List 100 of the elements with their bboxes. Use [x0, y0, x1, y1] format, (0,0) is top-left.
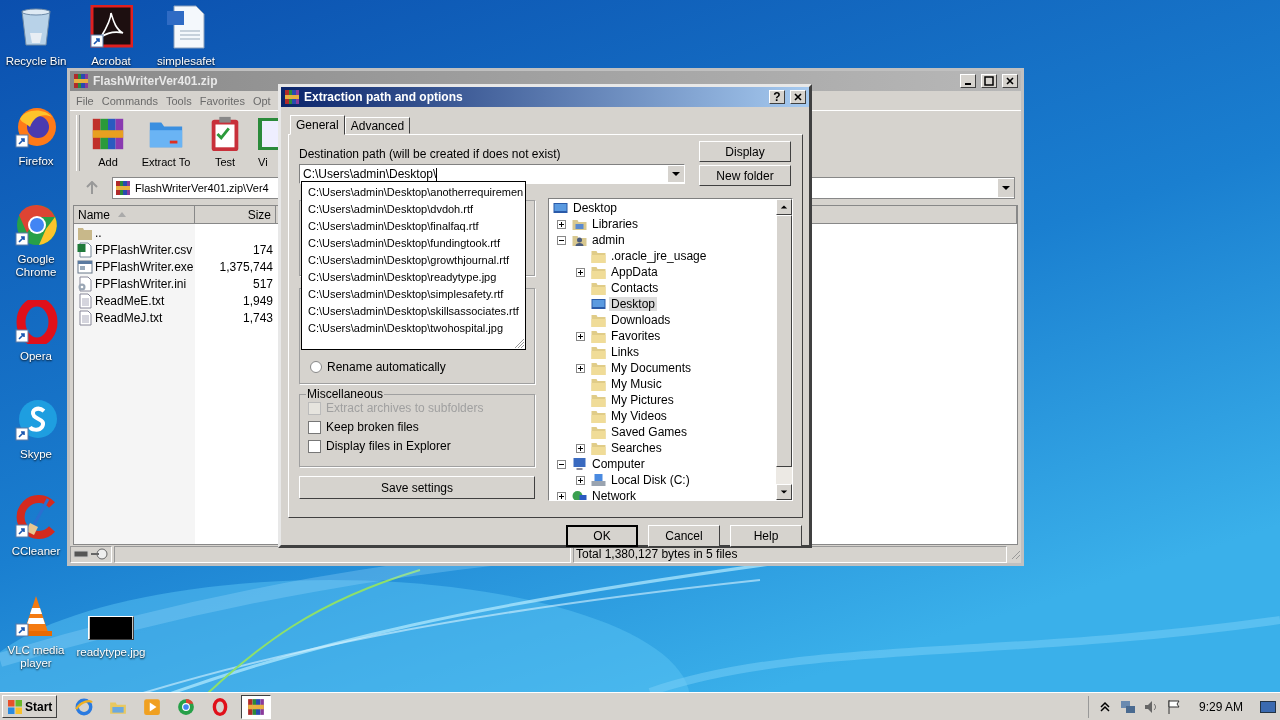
flag-icon[interactable] — [1165, 698, 1182, 715]
suggestion-item[interactable]: C:\Users\admin\Desktop\readytype.jpg — [308, 269, 526, 286]
toolbar-button[interactable]: Test — [198, 111, 252, 175]
save-settings-button[interactable]: Save settings — [299, 476, 535, 499]
checkbox[interactable] — [308, 439, 321, 453]
archive-icon — [284, 89, 300, 105]
tree-item[interactable]: My Music — [609, 377, 664, 391]
dialog-button[interactable]: Display — [699, 141, 791, 162]
taskbar-app[interactable] — [241, 694, 272, 719]
field-label: Destination path (will be created if does not exist) — [299, 147, 562, 161]
suggestion-item[interactable]: C:\Users\admin\Desktop\growthjournal.rtf — [308, 252, 526, 269]
tree-item[interactable]: Local Disk (C:) — [609, 473, 692, 487]
tab[interactable]: General — [290, 115, 345, 135]
file-name[interactable]: ReadMeE.txt — [95, 293, 165, 308]
archive-icon — [247, 697, 266, 716]
maximize-button[interactable] — [981, 74, 997, 88]
play-icon — [143, 697, 162, 716]
menu-item[interactable]: Favorites — [195, 94, 249, 107]
icon-label[interactable]: Skype — [20, 448, 52, 461]
radio-button[interactable] — [310, 361, 322, 373]
collapse-icon[interactable] — [557, 235, 566, 245]
tree-item[interactable]: Downloads — [609, 313, 673, 327]
column-header[interactable]: Size — [195, 206, 276, 224]
folder-icon — [590, 328, 607, 344]
expand-icon[interactable] — [557, 219, 566, 229]
tree-item[interactable]: My Documents — [609, 361, 694, 375]
tree-item[interactable]: My Pictures — [609, 393, 676, 407]
file-name[interactable]: FPFlashWriter.ini — [95, 276, 187, 291]
tree-item[interactable]: Links — [609, 345, 641, 359]
suggestion-item[interactable]: C:\Users\admin\Desktop\dvdoh.rtf — [308, 201, 526, 218]
dialog-button[interactable]: OK — [566, 525, 638, 547]
toolbar-button[interactable]: Add — [82, 111, 134, 175]
scroll-down-icon — [780, 488, 788, 496]
menu-item[interactable]: File — [72, 94, 98, 107]
tree-item[interactable]: .oracle_jre_usage — [609, 249, 709, 263]
maximize-icon — [984, 76, 994, 86]
file-size: 1,949 — [242, 293, 273, 308]
settings-file-icon — [77, 275, 93, 292]
expand-icon[interactable] — [576, 267, 585, 277]
drive-key-icon — [73, 548, 109, 560]
show-desktop-icon[interactable] — [1260, 700, 1276, 713]
tree-item[interactable]: Contacts — [609, 281, 661, 295]
tree-item[interactable]: Desktop — [571, 201, 620, 215]
suggestion-item[interactable]: C:\Users\admin\Desktop\finalfaq.rtf — [308, 218, 526, 235]
icon-label[interactable]: Opera — [20, 350, 52, 363]
tree-item[interactable]: Computer — [590, 457, 647, 471]
icon-label[interactable]: CCleaner — [11, 545, 61, 558]
clock[interactable]: 9:29 AM — [1198, 699, 1243, 714]
expand-icon[interactable] — [576, 363, 585, 373]
scrollbar[interactable] — [776, 199, 792, 500]
dialog-button[interactable]: Help — [730, 525, 802, 547]
expand-icon[interactable] — [576, 443, 585, 453]
suggestion-item[interactable]: C:\Users\admin\Desktop\simplesafety.rtf — [308, 286, 526, 303]
tree-item[interactable]: My Videos — [609, 409, 669, 423]
close-button[interactable] — [790, 90, 806, 104]
menu-item[interactable]: Opt — [248, 94, 275, 107]
network-icon[interactable] — [1119, 698, 1136, 715]
tree-item[interactable]: Favorites — [609, 329, 663, 343]
tree-item[interactable]: AppData — [609, 265, 660, 279]
help-button[interactable]: ? — [769, 90, 785, 104]
expand-icon[interactable] — [557, 491, 566, 500]
column-header[interactable]: Name — [74, 206, 195, 224]
tree-item[interactable]: Searches — [609, 441, 664, 455]
resize-grip-icon[interactable] — [1009, 548, 1021, 560]
file-name[interactable]: FPFlashWriter.exe — [95, 259, 194, 274]
folder-icon — [590, 424, 607, 440]
path-field[interactable]: C:\Users\admin\Desktop\ — [299, 164, 685, 184]
suggestion-item[interactable]: C:\Users\admin\Desktop\anotherrequiremen — [308, 184, 526, 201]
resize-grip-icon[interactable] — [513, 337, 526, 349]
expand-icon[interactable] — [576, 475, 585, 485]
minimize-button[interactable] — [960, 74, 976, 88]
icon-label[interactable]: simplesafet — [156, 55, 216, 68]
expand-icon[interactable] — [576, 331, 585, 341]
tree-item[interactable]: Saved Games — [609, 425, 690, 439]
suggestion-item[interactable]: C:\Users\admin\Desktop\fundingtook.rtf — [308, 235, 526, 252]
icon-label[interactable]: Acrobat — [91, 55, 131, 68]
file-name[interactable]: .. — [95, 225, 102, 240]
collapse-icon[interactable] — [557, 459, 566, 469]
icon-label[interactable]: Recycle Bin — [5, 55, 67, 68]
icon-label[interactable]: Firefox — [18, 155, 54, 168]
menu-item[interactable]: Tools — [162, 94, 196, 107]
suggestion-item[interactable]: C:\Users\admin\Desktop\skillsassociates.rtf — [308, 303, 526, 320]
toolbar-button[interactable]: Extract To — [134, 111, 198, 175]
tree-item[interactable]: Network — [590, 489, 638, 500]
tree-item[interactable]: Desktop — [609, 297, 658, 311]
folder-icon — [590, 280, 607, 296]
icon-label[interactable]: Google Chrome — [1, 253, 71, 279]
tree-item[interactable]: Libraries — [590, 217, 641, 231]
tree-item[interactable]: admin — [590, 233, 627, 247]
start-button[interactable]: Start — [2, 695, 58, 718]
file-name[interactable]: ReadMeJ.txt — [95, 310, 163, 325]
suggestion-item[interactable]: C:\Users\admin\Desktop\twohospital.jpg — [308, 320, 526, 337]
file-name[interactable]: FPFlashWriter.csv — [95, 242, 193, 257]
dialog-button[interactable]: New folder — [699, 165, 791, 186]
close-button[interactable] — [1002, 74, 1018, 88]
menu-item[interactable]: Commands — [97, 94, 162, 107]
tab[interactable]: Advanced — [344, 117, 411, 134]
checkbox[interactable] — [308, 420, 321, 434]
dialog-button[interactable]: Cancel — [648, 525, 720, 547]
network-icon — [571, 488, 588, 500]
